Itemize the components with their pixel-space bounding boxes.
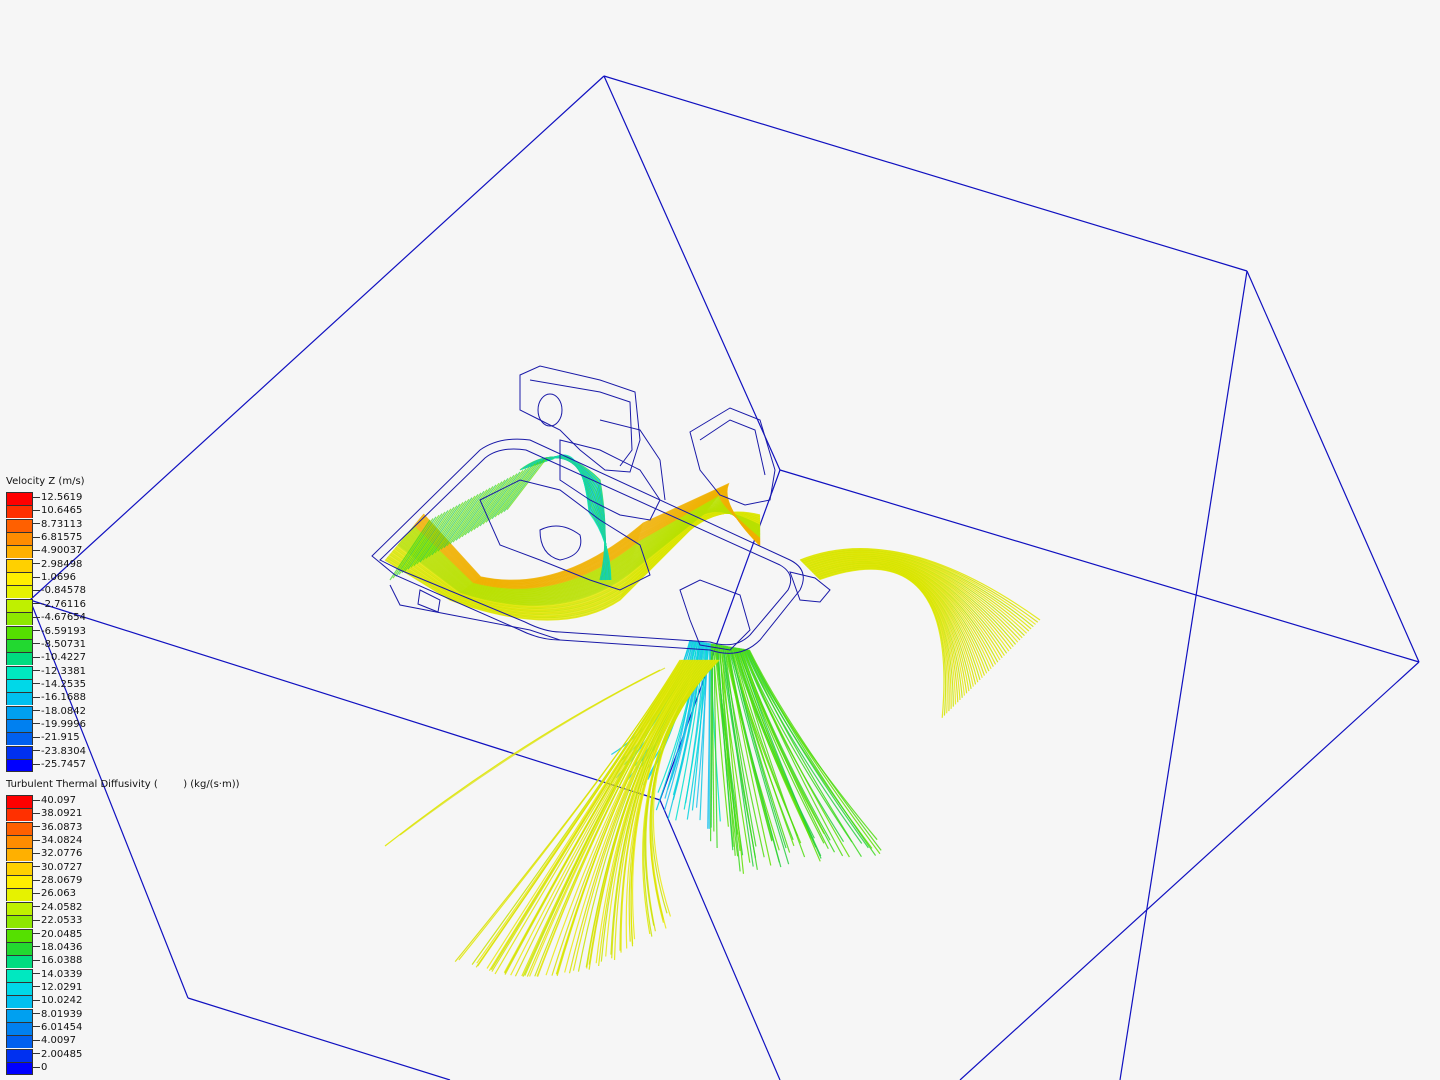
legend-tick-label: 6.81575: [33, 532, 82, 544]
legend-swatch: [6, 1048, 33, 1062]
legend-tick-label: 1.0696: [33, 572, 76, 584]
legend-swatch: [6, 598, 33, 612]
legend-tick-label: 34.0824: [33, 835, 82, 847]
legend-tick-label: -16.1688: [33, 692, 86, 704]
legend-tick-label: -4.67654: [33, 612, 86, 624]
legend-swatch: [6, 652, 33, 666]
legend-swatch: [6, 625, 33, 639]
legend-swatch: [6, 492, 33, 505]
streamlines: [384, 454, 1041, 977]
legend-tick-label: 38.0921: [33, 808, 82, 820]
legend-swatch: [6, 1062, 33, 1075]
legend-tick-label: 10.6465: [33, 505, 82, 517]
legend-tick-label: -14.2535: [33, 679, 86, 691]
legend-tick-label: 8.01939: [33, 1009, 82, 1021]
legend-tick-label: 12.0291: [33, 982, 82, 994]
legend-tick-label: 22.0533: [33, 915, 82, 927]
legend-swatch: [6, 888, 33, 902]
legend-swatch: [6, 759, 33, 772]
domain-bounding-box: [29, 75, 1420, 1080]
legend-title: Turbulent Thermal Diffusivity ( ) (kg/(s…: [6, 779, 240, 790]
legend-swatch: [6, 732, 33, 746]
legend-tick-label: -19.9996: [33, 719, 86, 731]
legend-tick-label: -12.3381: [33, 666, 86, 678]
legend-swatch: [6, 638, 33, 652]
legend-swatch: [6, 545, 33, 559]
legend-swatch: [6, 705, 33, 719]
legend-swatch: [6, 1021, 33, 1035]
legend-tick-label: -0.84578: [33, 585, 86, 597]
legend-title: Velocity Z (m/s): [6, 476, 85, 487]
legend-tick-label: 24.0582: [33, 902, 82, 914]
legend-swatch: [6, 968, 33, 982]
legend-swatch: [6, 848, 33, 862]
legend-swatch: [6, 585, 33, 599]
legend-swatch: [6, 928, 33, 942]
legend-tick-label: -2.76116: [33, 599, 86, 611]
legend-swatch: [6, 795, 33, 808]
legend-tick-label: -23.8304: [33, 746, 86, 758]
legend-tick-label: 2.00485: [33, 1049, 82, 1061]
legend-swatch: [6, 532, 33, 546]
legend-swatch: [6, 941, 33, 955]
legend-swatch: [6, 835, 33, 849]
legend-swatch: [6, 678, 33, 692]
legend-tick-label: 8.73113: [33, 519, 82, 531]
legend-tick-label: -6.59193: [33, 626, 86, 638]
legend-swatch: [6, 558, 33, 572]
legend-swatch: [6, 745, 33, 759]
legend-tick-label: 18.0436: [33, 942, 82, 954]
legend-tick-label: 2.98498: [33, 559, 82, 571]
legend-tick-label: 14.0339: [33, 969, 82, 981]
legend-swatch: [6, 901, 33, 915]
legend-tick-label: 30.0727: [33, 862, 82, 874]
legend-swatch: [6, 692, 33, 706]
legend-tick-label: 36.0873: [33, 822, 82, 834]
legend-tick-label: 0: [33, 1062, 47, 1074]
legend-swatch: [6, 665, 33, 679]
legend-tick-label: 20.0485: [33, 929, 82, 941]
legend-swatch: [6, 875, 33, 889]
legend-swatch: [6, 572, 33, 586]
legend-swatch: [6, 612, 33, 626]
legend-swatch: [6, 1008, 33, 1022]
legend-swatch: [6, 821, 33, 835]
legend-tick-label: 32.0776: [33, 848, 82, 860]
legend-tick-label: 28.0679: [33, 875, 82, 887]
legend-swatch: [6, 915, 33, 929]
legend-tick-label: 6.01454: [33, 1022, 82, 1034]
legend-tick-label: -8.50731: [33, 639, 86, 651]
legend-tick-label: 4.90037: [33, 545, 82, 557]
legend-swatch: [6, 718, 33, 732]
legend-tick-label: 40.097: [33, 795, 76, 807]
legend-tick-label: 26.063: [33, 888, 76, 900]
legend-tick-label: 12.5619: [33, 492, 82, 504]
legend-swatch: [6, 808, 33, 822]
legend-velocity-z: Velocity Z (m/s) 12.5619 10.6465 8.73113 6.…: [6, 476, 86, 772]
legend-turbulent-thermal-diffusivity: Turbulent Thermal Diffusivity ( ) (kg/(s…: [6, 779, 240, 1075]
legend-tick-label: -18.0842: [33, 706, 86, 718]
legend-swatch: [6, 981, 33, 995]
legend-tick-label: -25.7457: [33, 759, 86, 771]
legend-swatch: [6, 1035, 33, 1049]
legend-tick-label: 4.0097: [33, 1035, 76, 1047]
legend-tick-label: -10.4227: [33, 652, 86, 664]
legend-swatch: [6, 955, 33, 969]
legend-swatch: [6, 505, 33, 519]
legend-tick-label: -21.915: [33, 732, 80, 744]
legend-tick-label: 16.0388: [33, 955, 82, 967]
3d-viewport[interactable]: [0, 0, 1440, 1080]
legend-swatch: [6, 995, 33, 1009]
legend-swatch: [6, 861, 33, 875]
legend-tick-label: 10.0242: [33, 995, 82, 1007]
legend-swatch: [6, 518, 33, 532]
